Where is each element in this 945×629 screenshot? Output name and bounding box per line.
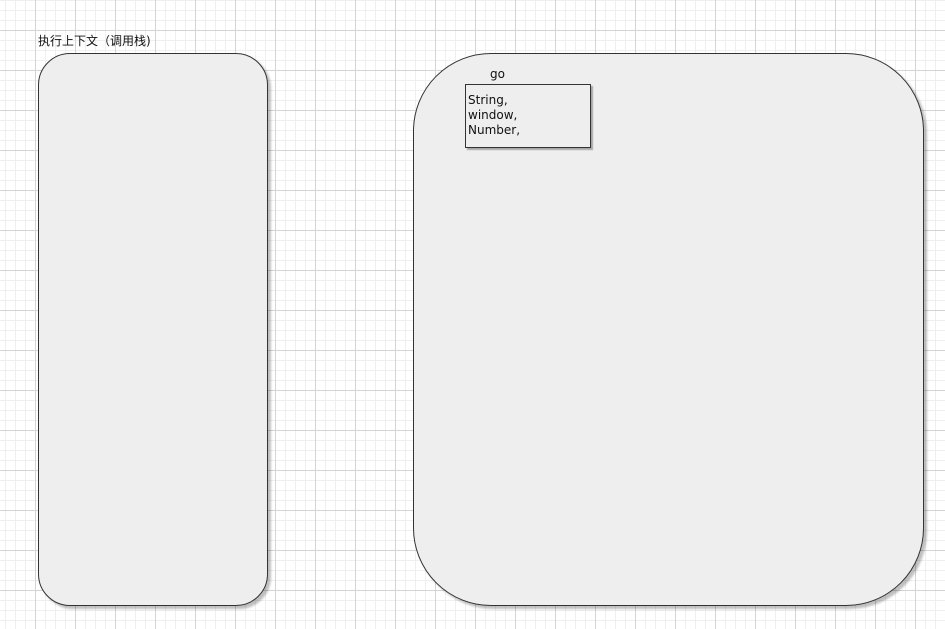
go-object-label: go xyxy=(490,67,505,81)
object-entry-string: String, xyxy=(468,93,508,107)
call-stack-panel[interactable] xyxy=(38,53,268,606)
call-stack-title: 执行上下文（调用栈) xyxy=(38,34,151,48)
object-entry-number: Number, xyxy=(468,123,521,137)
go-object-box[interactable]: String, window, Number, xyxy=(465,84,591,148)
object-entry-window: window, xyxy=(468,108,518,122)
